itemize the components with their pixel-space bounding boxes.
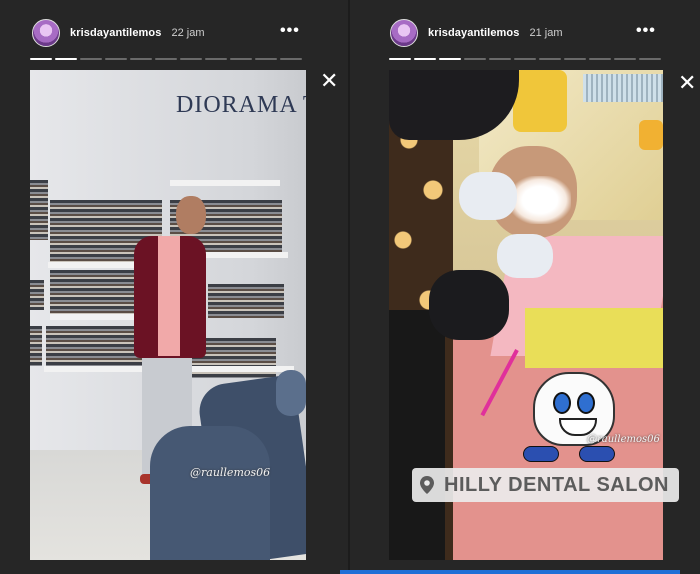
brand-sign: DIORAMA T	[176, 92, 306, 118]
progress-segment	[639, 58, 661, 60]
location-name: HILLY DENTAL SALON	[444, 473, 669, 496]
progress-segment	[539, 58, 561, 60]
username[interactable]: krisdayantilemos	[70, 27, 161, 39]
location-pin-icon	[420, 476, 434, 494]
progress-segment	[514, 58, 536, 60]
progress-segment	[614, 58, 636, 60]
close-icon[interactable]: ✕	[320, 70, 338, 92]
story-photo: DIORAMA T @raullemos06	[30, 70, 306, 560]
story-header: krisdayantilemos 22 jam	[32, 18, 205, 48]
story-progress-bar	[389, 58, 661, 60]
progress-segment	[414, 58, 436, 60]
progress-segment	[105, 58, 127, 60]
progress-segment	[464, 58, 486, 60]
avatar[interactable]	[32, 19, 60, 47]
timestamp: 21 jam	[529, 27, 563, 39]
progress-segment	[439, 58, 461, 60]
focus-indicator	[340, 570, 680, 574]
progress-segment	[280, 58, 302, 60]
progress-segment	[489, 58, 511, 60]
progress-segment	[180, 58, 202, 60]
progress-segment	[130, 58, 152, 60]
progress-segment	[155, 58, 177, 60]
progress-segment	[589, 58, 611, 60]
avatar[interactable]	[390, 19, 418, 47]
story-header: krisdayantilemos 21 jam	[390, 18, 563, 48]
timestamp: 22 jam	[171, 27, 205, 39]
progress-segment	[564, 58, 586, 60]
progress-segment	[80, 58, 102, 60]
progress-segment	[255, 58, 277, 60]
close-icon[interactable]: ✕	[678, 72, 696, 94]
progress-segment	[389, 58, 411, 60]
story-left[interactable]: krisdayantilemos 22 jam ••• DIORAMA T @r…	[0, 0, 348, 574]
username-tag: @raullemos06	[587, 434, 660, 445]
location-sticker[interactable]: HILLY DENTAL SALON	[412, 468, 679, 502]
progress-segment	[230, 58, 252, 60]
progress-segment	[30, 58, 52, 60]
username-tag: @raullemos06	[190, 466, 271, 479]
progress-segment	[205, 58, 227, 60]
username[interactable]: krisdayantilemos	[428, 27, 519, 39]
story-progress-bar	[30, 58, 302, 60]
more-options-icon[interactable]: •••	[280, 22, 300, 40]
more-options-icon[interactable]: •••	[636, 22, 656, 40]
progress-segment	[55, 58, 77, 60]
